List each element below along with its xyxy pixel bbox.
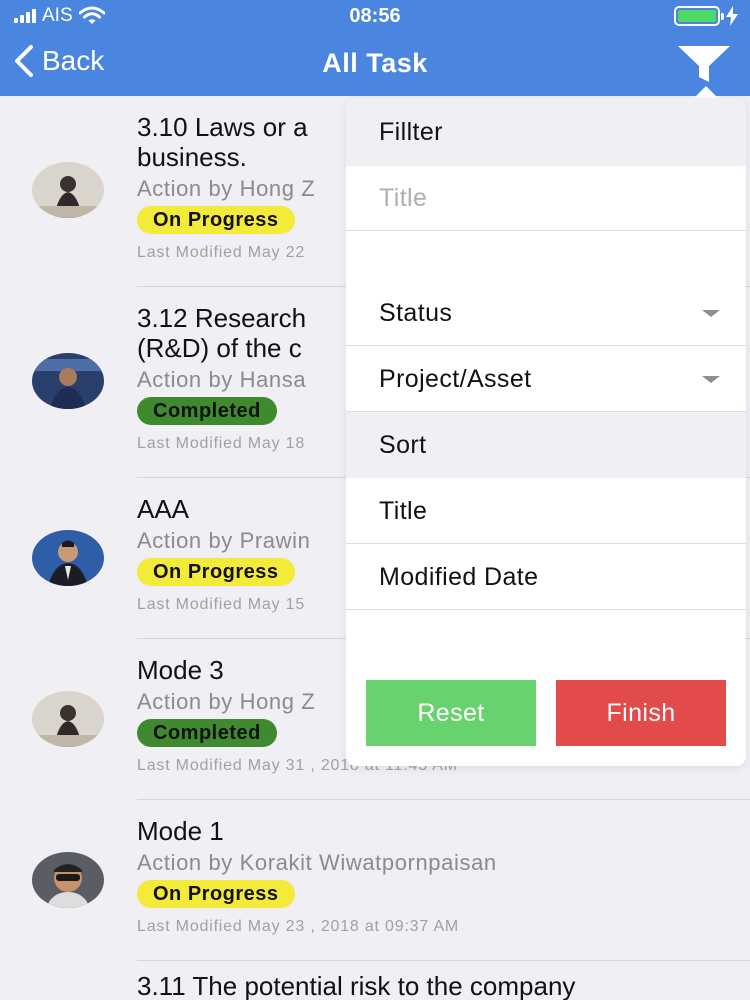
status-badge: On Progress: [137, 558, 295, 586]
status-badge: On Progress: [137, 206, 295, 234]
title-input-underline: [346, 230, 746, 231]
filter-header-label: Fillter: [379, 117, 443, 146]
task-title: 3.11 The potential risk to the company: [137, 971, 576, 1000]
caret-down-icon: [702, 376, 720, 383]
page-title: All Task: [322, 48, 428, 78]
status-badge: Completed: [137, 719, 277, 747]
task-title: Mode 1: [137, 816, 224, 846]
sort-option-title[interactable]: Title: [346, 478, 746, 544]
clock: 08:56: [349, 5, 401, 27]
avatar: [32, 162, 104, 218]
status-dropdown[interactable]: Status: [346, 280, 746, 346]
task-assignee: Action by Korakit Wiwatpornpaisan: [137, 850, 497, 875]
avatar: [32, 691, 104, 747]
filter-icon: [678, 46, 730, 82]
charging-icon: [726, 6, 738, 26]
filter-panel: Fillter Status Project/Asset Sort Title …: [346, 98, 746, 766]
battery-icon: [674, 6, 724, 26]
sort-header: Sort: [346, 412, 746, 478]
battery-info: [674, 6, 738, 26]
status-bar: AIS 08:56: [0, 0, 750, 32]
popover-arrow: [694, 86, 718, 98]
sort-modified-label: Modified Date: [379, 562, 539, 591]
status-badge: Completed: [137, 397, 277, 425]
reset-button[interactable]: Reset: [366, 680, 536, 746]
status-label: Status: [379, 298, 453, 327]
sort-header-label: Sort: [379, 430, 427, 459]
task-row[interactable]: 3.11 The potential risk to the company: [0, 961, 750, 1000]
task-modified: Last Modified May 23 , 2018 at 09:37 AM: [137, 918, 460, 935]
sort-option-modified-date[interactable]: Modified Date: [346, 544, 746, 610]
filter-button[interactable]: [676, 44, 732, 89]
avatar: [32, 530, 104, 586]
filter-header: Fillter: [346, 98, 746, 166]
project-asset-dropdown[interactable]: Project/Asset: [346, 346, 746, 412]
sort-title-label: Title: [379, 496, 428, 525]
avatar: [32, 353, 104, 409]
caret-down-icon: [702, 310, 720, 317]
task-row[interactable]: Mode 1 Action by Korakit Wiwatpornpaisan…: [0, 800, 750, 961]
title-filter-input[interactable]: [346, 166, 746, 230]
avatar: [32, 852, 104, 908]
nav-bar: Back All Task: [0, 32, 750, 96]
status-badge: On Progress: [137, 880, 295, 908]
project-asset-label: Project/Asset: [379, 364, 532, 393]
finish-button[interactable]: Finish: [556, 680, 726, 746]
